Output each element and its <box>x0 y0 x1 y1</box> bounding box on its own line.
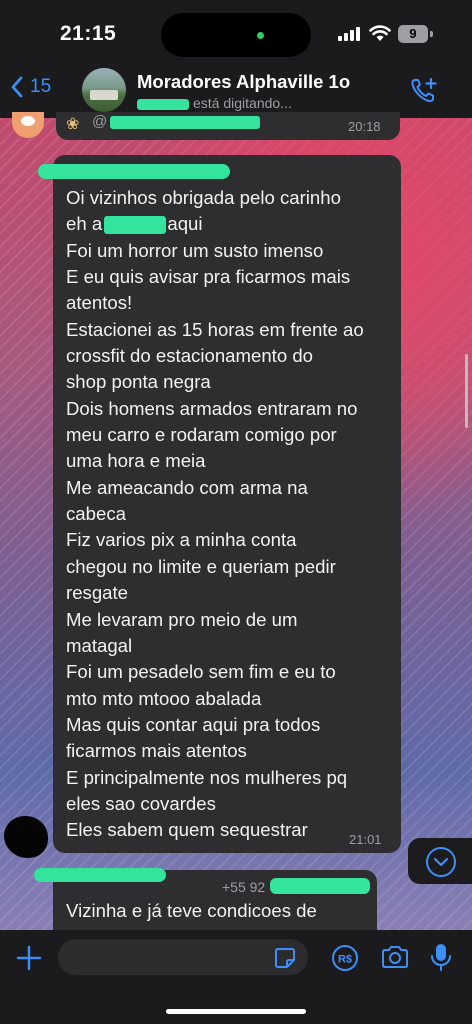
message-line: Fiz varios pix a minha conta <box>66 529 297 551</box>
mention-symbol: @ <box>92 113 108 130</box>
message-line: eh a aqui <box>66 211 396 237</box>
battery-icon: 9 <box>398 25 428 43</box>
pix-payment-icon[interactable]: R$ <box>331 944 359 972</box>
message-line: mto mto mtooo abalada <box>66 687 262 709</box>
redacted-name <box>104 216 167 235</box>
chat-header: 15 Moradores Alphaville 1o está digitand… <box>0 64 472 118</box>
back-button[interactable]: 15 <box>10 76 51 98</box>
redacted-name <box>137 98 189 110</box>
message-line: matagal <box>66 634 133 656</box>
message-line: shop ponta negra <box>66 371 211 393</box>
cellular-signal-icon <box>338 27 360 41</box>
avatar-head <box>21 116 35 126</box>
battery-tip <box>430 31 433 37</box>
message-line: Foi um pesadelo sem fim e eu to <box>66 661 336 683</box>
sticker-icon[interactable] <box>273 946 297 970</box>
microphone-icon[interactable] <box>430 942 452 972</box>
camera-indicator-dot <box>257 32 264 39</box>
avatar-photo-detail <box>90 90 118 100</box>
message-line: ficarmos mais atentos <box>66 740 247 762</box>
message-line: chegou no limite e queriam pedir <box>66 555 336 577</box>
message-line: cabeca <box>66 503 126 525</box>
message-line: Eles sabem quem sequestrar <box>66 819 308 841</box>
chevron-left-icon <box>11 76 23 98</box>
redacted-phone <box>270 878 370 894</box>
message-line: Dois homens armados entraram no <box>66 397 358 419</box>
message-line: uma hora e meia <box>66 450 206 472</box>
message-line: eles sao covardes <box>66 792 216 814</box>
phone-plus-icon[interactable] <box>409 76 439 106</box>
typing-indicator: está digitando... <box>137 95 292 111</box>
plus-icon[interactable] <box>16 945 42 971</box>
scroll-down-ring <box>426 847 456 877</box>
previous-message-mention: @ <box>92 113 261 130</box>
redacted-sender-name <box>38 164 230 179</box>
message-time: 21:01 <box>349 832 382 847</box>
group-avatar[interactable] <box>82 68 126 112</box>
wifi-icon <box>369 25 391 41</box>
chat-title[interactable]: Moradores Alphaville 1o <box>137 71 350 93</box>
message-line: Estacionei as 15 horas em frente ao <box>66 318 364 340</box>
message-line: Me ameacando com arma na <box>66 476 308 498</box>
praying-hands-icon: ❀ <box>66 116 80 133</box>
redacted-sender-name <box>34 868 166 882</box>
sender-avatar-redacted[interactable] <box>4 816 48 858</box>
message-line: atentos! <box>66 292 133 314</box>
message-line: E principalmente nos mulheres pq <box>66 766 348 788</box>
message-line: Foi um horror um susto imenso <box>66 239 324 261</box>
message-line: Mas quis contar aqui pra todos <box>66 713 321 735</box>
status-bar: 21:15 9 <box>0 0 472 64</box>
chevron-down-icon <box>433 857 449 867</box>
message-line: Oi vizinhos obrigada pelo carinho <box>66 187 341 208</box>
dynamic-island <box>161 13 311 57</box>
svg-text:R$: R$ <box>338 954 352 966</box>
sender-phone: +55 92 <box>222 879 266 895</box>
message-line-end: aqui <box>167 213 203 235</box>
message-line: crossfit do estacionamento do <box>66 345 314 367</box>
unread-count: 15 <box>30 76 52 97</box>
message-text: Oi vizinhos obrigada pelo carinho eh a a… <box>66 185 396 844</box>
message-line: E eu quis avisar pra ficarmos mais <box>66 266 351 288</box>
home-indicator[interactable] <box>166 1009 306 1014</box>
next-message-text: Vizinha e já teve condicoes de <box>66 900 317 921</box>
scrollbar[interactable] <box>465 354 468 428</box>
message-line: Me levaram pro meio de um <box>66 608 298 630</box>
message-line-start: eh a <box>66 213 108 235</box>
scroll-to-bottom-button[interactable] <box>408 838 472 884</box>
typing-text: está digitando... <box>193 95 292 111</box>
message-line: meu carro e rodaram comigo por <box>66 424 337 446</box>
camera-icon[interactable] <box>380 944 410 970</box>
redacted-mention <box>110 115 261 129</box>
previous-message-time: 20:18 <box>348 119 381 134</box>
clock: 21:15 <box>60 22 117 45</box>
message-input[interactable] <box>58 939 308 975</box>
message-line: resgate <box>66 582 129 604</box>
